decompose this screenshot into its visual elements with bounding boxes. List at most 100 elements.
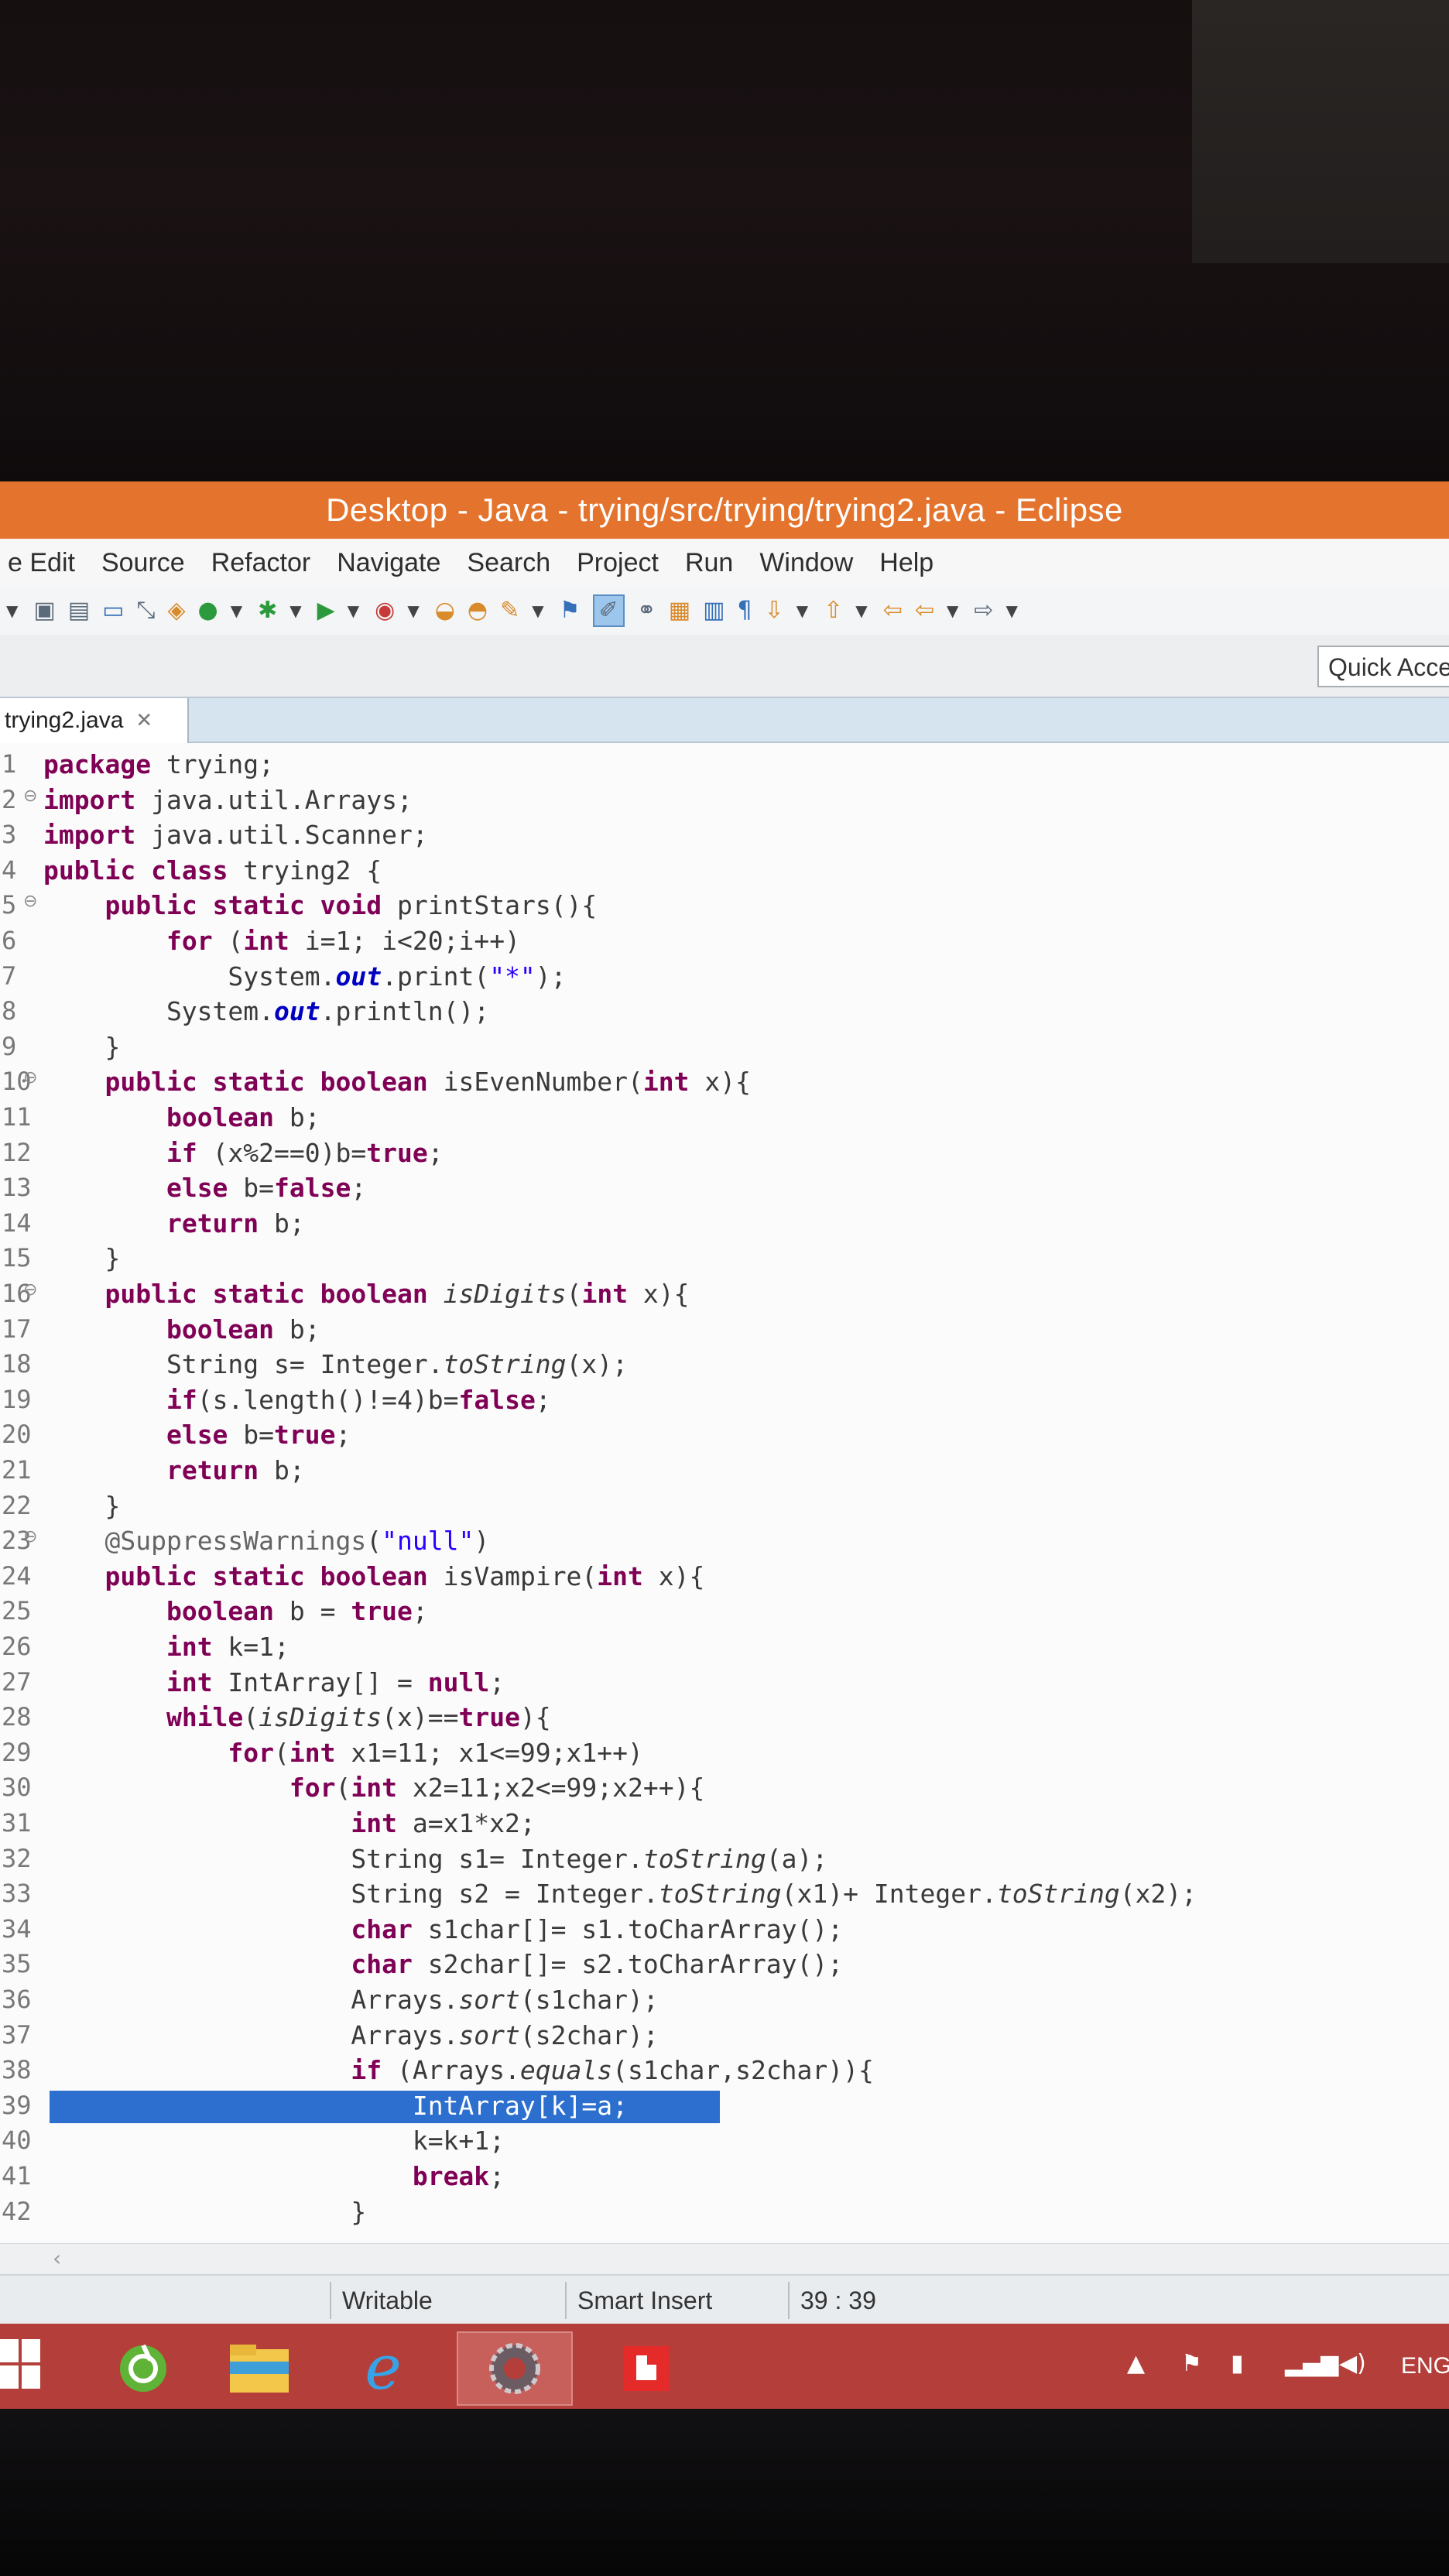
code-text[interactable]: else b=false;: [43, 1173, 366, 1203]
code-line[interactable]: 35 char s2char[]= s2.toCharArray();: [0, 1949, 1449, 1985]
code-line[interactable]: 31 int a=x1*x2;: [0, 1808, 1449, 1844]
chevron-down-icon[interactable]: ▼: [855, 603, 867, 618]
code-line[interactable]: 16 ⊖ public static boolean isDigits(int x…: [0, 1279, 1449, 1314]
code-text[interactable]: import java.util.Arrays;: [43, 785, 413, 815]
block-selection-icon[interactable]: ⚭: [637, 599, 656, 622]
menu-window[interactable]: Window: [759, 548, 853, 578]
code-line[interactable]: 37 Arrays.sort(s2char);: [0, 2020, 1449, 2056]
action-center-flag-icon[interactable]: ⚑: [1181, 2350, 1202, 2377]
file-explorer-app[interactable]: [201, 2331, 317, 2406]
back-icon[interactable]: ⇦: [915, 599, 934, 622]
code-text[interactable]: System.out.print("*");: [43, 961, 566, 992]
code-text[interactable]: for(int x2=11;x2<=99;x2++){: [43, 1773, 704, 1803]
code-text[interactable]: String s1= Integer.toString(a);: [43, 1844, 827, 1874]
code-line[interactable]: 41 break;: [0, 2161, 1449, 2197]
code-text[interactable]: int IntArray[] = null;: [43, 1667, 505, 1697]
chevron-down-icon[interactable]: ▼: [407, 603, 419, 618]
code-text[interactable]: public static boolean isDigits(int x){: [43, 1279, 689, 1309]
code-text[interactable]: return b;: [43, 1208, 305, 1238]
code-text[interactable]: public static boolean isVampire(int x){: [43, 1561, 704, 1591]
toggle-breadcrumb-icon[interactable]: ⚑: [560, 599, 581, 622]
horizontal-scrollbar[interactable]: ‹: [0, 2243, 1449, 2274]
menu-help[interactable]: Help: [879, 548, 933, 578]
menu-navigate[interactable]: Navigate: [337, 548, 440, 578]
code-line[interactable]: 19 if(s.length()!=4)b=false;: [0, 1385, 1449, 1420]
code-text[interactable]: if(s.length()!=4)b=false;: [43, 1385, 551, 1415]
code-line[interactable]: 36 Arrays.sort(s1char);: [0, 1985, 1449, 2020]
code-text[interactable]: for (int i=1; i<20;i++): [43, 926, 520, 956]
chevron-down-icon[interactable]: ▼: [348, 603, 359, 618]
fold-toggle-icon[interactable]: ⊖: [23, 786, 37, 806]
code-text[interactable]: else b=true;: [43, 1420, 351, 1450]
code-line[interactable]: 11 boolean b;: [0, 1102, 1449, 1138]
code-line[interactable]: 1 package trying;: [0, 749, 1449, 785]
code-text[interactable]: if (Arrays.equals(s1char,s2char)){: [43, 2055, 874, 2085]
new-java-project-icon[interactable]: ◈: [167, 599, 185, 622]
chevron-down-icon[interactable]: ▼: [231, 603, 242, 618]
code-line[interactable]: 22 }: [0, 1491, 1449, 1526]
code-line[interactable]: 30 for(int x2=11;x2<=99;x2++){: [0, 1773, 1449, 1808]
new-class-icon[interactable]: ●: [198, 599, 218, 622]
volume-icon[interactable]: ◀): [1339, 2350, 1366, 2377]
code-text[interactable]: int k=1;: [43, 1632, 289, 1662]
prev-annotation-icon[interactable]: ¶: [738, 599, 752, 622]
quick-access-field[interactable]: Quick Acce: [1317, 646, 1449, 687]
scroll-left-icon[interactable]: ‹: [53, 2245, 61, 2271]
show-hidden-icons-icon[interactable]: ▲: [1127, 2350, 1145, 2377]
code-line[interactable]: 6 for (int i=1; i<20;i++): [0, 926, 1449, 961]
start-button[interactable]: [0, 2339, 46, 2390]
code-text[interactable]: return b;: [43, 1455, 305, 1485]
next-edit-icon[interactable]: ⇧: [824, 599, 843, 622]
code-line[interactable]: 34 char s1char[]= s1.toCharArray();: [0, 1914, 1449, 1950]
code-text[interactable]: while(isDigits(x)==true){: [43, 1702, 551, 1732]
code-line[interactable]: 21 return b;: [0, 1455, 1449, 1491]
code-text[interactable]: }: [43, 1032, 120, 1062]
search-icon[interactable]: ✎: [500, 599, 519, 622]
fold-toggle-icon[interactable]: ⊖: [23, 1068, 37, 1088]
code-line[interactable]: 24 public static boolean isVampire(int x…: [0, 1561, 1449, 1597]
acrobat-app[interactable]: [588, 2331, 704, 2406]
code-line[interactable]: 28 while(isDigits(x)==true){: [0, 1702, 1449, 1738]
code-line[interactable]: 32 String s1= Integer.toString(a);: [0, 1844, 1449, 1879]
code-line[interactable]: 12 if (x%2==0)b=true;: [0, 1138, 1449, 1173]
chevron-down-icon[interactable]: ▼: [289, 603, 301, 618]
menu-source[interactable]: Source: [101, 548, 185, 578]
code-line[interactable]: 17 boolean b;: [0, 1314, 1449, 1350]
code-text[interactable]: public static boolean isEvenNumber(int x…: [43, 1067, 751, 1097]
code-text[interactable]: for(int x1=11; x1<=99;x1++): [43, 1738, 642, 1768]
new-dropdown-icon[interactable]: ▼: [6, 603, 18, 618]
code-text[interactable]: public static void printStars(){: [43, 890, 597, 920]
eclipse-app[interactable]: [457, 2331, 573, 2406]
code-line[interactable]: 25 boolean b = true;: [0, 1596, 1449, 1632]
run-icon[interactable]: ▶: [317, 599, 335, 622]
code-text[interactable]: IntArray[k]=a;: [43, 2091, 628, 2121]
code-line[interactable]: 15 }: [0, 1243, 1449, 1279]
code-text[interactable]: Arrays.sort(s1char);: [43, 1985, 658, 2015]
code-line[interactable]: 7 System.out.print("*");: [0, 961, 1449, 997]
network-signal-icon[interactable]: ▂▄▆: [1285, 2350, 1338, 2377]
code-text[interactable]: String s2 = Integer.toString(x1)+ Intege…: [43, 1879, 1197, 1909]
print-icon[interactable]: ▭: [102, 599, 124, 622]
internet-explorer-app[interactable]: e: [325, 2331, 441, 2406]
code-text[interactable]: char s1char[]= s1.toCharArray();: [43, 1914, 843, 1944]
close-icon[interactable]: ✕: [135, 709, 152, 732]
forward-icon[interactable]: ⇨: [974, 599, 993, 622]
mark-occurrences-icon[interactable]: ✐: [592, 594, 625, 627]
menu-edit[interactable]: e Edit: [8, 548, 75, 578]
skip-breakpoints-icon[interactable]: ⤡: [136, 599, 155, 622]
save-icon[interactable]: ▣: [33, 599, 55, 622]
browser-app[interactable]: [85, 2331, 201, 2406]
code-text[interactable]: }: [43, 2197, 366, 2227]
external-tools-icon[interactable]: ◉: [375, 599, 395, 622]
code-text[interactable]: import java.util.Scanner;: [43, 820, 428, 850]
code-text[interactable]: if (x%2==0)b=true;: [43, 1138, 444, 1168]
code-text[interactable]: @SuppressWarnings("null"): [43, 1526, 489, 1556]
code-line[interactable]: 40 k=k+1;: [0, 2126, 1449, 2161]
input-language[interactable]: ENG: [1401, 2353, 1449, 2379]
code-text[interactable]: char s2char[]= s2.toCharArray();: [43, 1949, 843, 1979]
code-line[interactable]: 38 if (Arrays.equals(s1char,s2char)){: [0, 2055, 1449, 2091]
next-annotation-icon[interactable]: ▥: [703, 599, 724, 622]
code-text[interactable]: }: [43, 1243, 120, 1273]
code-text[interactable]: boolean b = true;: [43, 1596, 428, 1626]
code-text[interactable]: boolean b;: [43, 1102, 320, 1132]
